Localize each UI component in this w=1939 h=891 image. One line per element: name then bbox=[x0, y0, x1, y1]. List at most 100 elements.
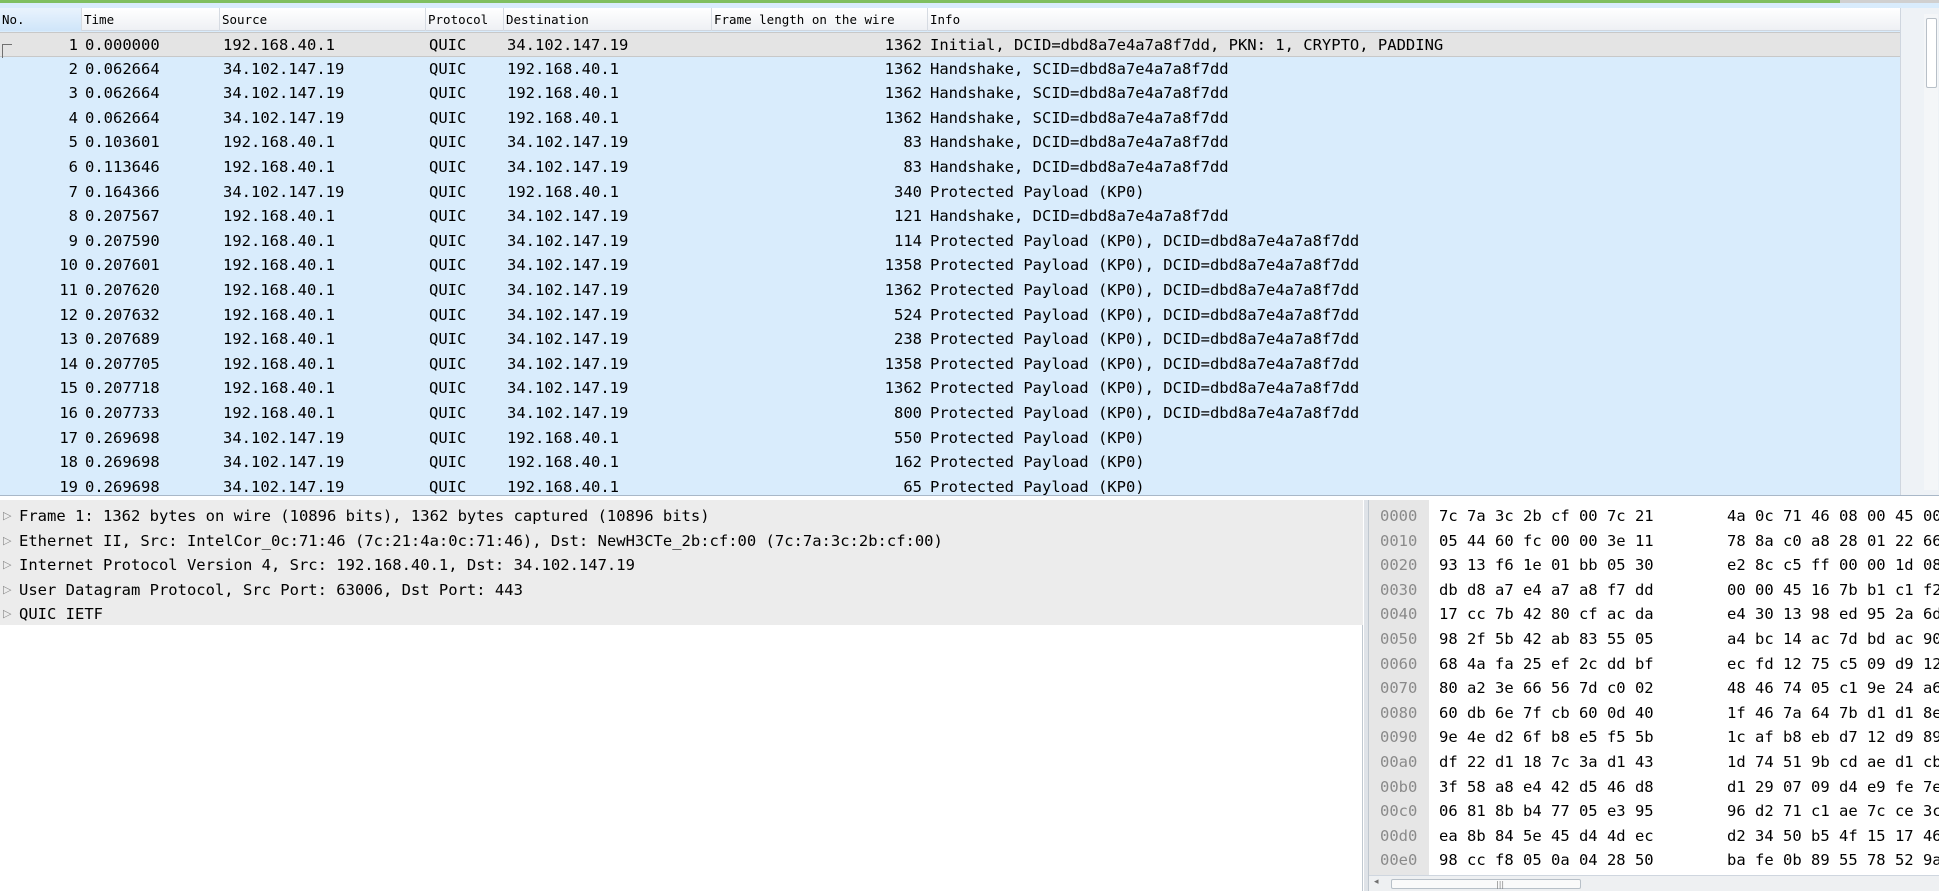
selection-bracket bbox=[2, 44, 12, 58]
packet-row[interactable]: 19 0.269698 34.102.147.19 QUIC 192.168.40.1 6… bbox=[0, 475, 1900, 495]
column-header-destination[interactable]: Destination bbox=[504, 8, 712, 31]
triangle-right-icon[interactable]: ▷ bbox=[3, 553, 15, 578]
details-tree-item[interactable]: ▷ User Datagram Protocol, Src Port: 63006… bbox=[0, 578, 1363, 603]
packet-row[interactable]: 9 0.207590 192.168.40.1 QUIC 34.102.147.19 11… bbox=[0, 229, 1900, 254]
triangle-right-icon[interactable]: ▷ bbox=[3, 602, 15, 627]
packet-info: Handshake, SCID=dbd8a7e4a7a8f7dd bbox=[930, 108, 1229, 127]
packet-row[interactable]: 8 0.207567 192.168.40.1 QUIC 34.102.147.19 12… bbox=[0, 204, 1900, 229]
packet-time: 0.062664 bbox=[85, 59, 160, 78]
hex-bytes-second-half: ec fd 12 75 c5 09 d9 12 bbox=[1727, 654, 1939, 673]
packet-protocol: QUIC bbox=[429, 354, 467, 373]
packet-row[interactable]: 3 0.062664 34.102.147.19 QUIC 192.168.40.1 13… bbox=[0, 81, 1900, 106]
packet-row[interactable]: 14 0.207705 192.168.40.1 QUIC 34.102.147.19 1… bbox=[0, 352, 1900, 377]
packet-info: Protected Payload (KP0) bbox=[930, 182, 1145, 201]
packet-destination: 34.102.147.19 bbox=[507, 231, 629, 250]
details-tree-item[interactable]: ▷ Frame 1: 1362 bytes on wire (10896 bits… bbox=[0, 504, 1363, 529]
packet-time: 0.207601 bbox=[85, 256, 160, 275]
packet-source: 192.168.40.1 bbox=[223, 36, 335, 54]
packet-time: 0.207689 bbox=[85, 330, 160, 349]
hex-row[interactable]: 0070 80 a2 3e 66 56 7d c0 02 48 46 74 05 c… bbox=[1369, 676, 1939, 701]
packet-number: 14 bbox=[59, 354, 78, 373]
packet-row[interactable]: 18 0.269698 34.102.147.19 QUIC 192.168.40.1 1… bbox=[0, 450, 1900, 475]
packet-length: 65 bbox=[903, 477, 922, 495]
packet-row[interactable]: 11 0.207620 192.168.40.1 QUIC 34.102.147.19 1… bbox=[0, 278, 1900, 303]
hex-offset: 00b0 bbox=[1380, 777, 1418, 796]
hex-offset: 00c0 bbox=[1380, 802, 1418, 821]
packet-info: Handshake, DCID=dbd8a7e4a7a8f7dd bbox=[930, 158, 1229, 176]
column-header-protocol[interactable]: Protocol bbox=[426, 8, 504, 31]
packet-bytes-pane[interactable]: 0000 7c 7a 3c 2b cf 00 7c 21 4a 0c 71 46 0… bbox=[1368, 500, 1939, 891]
hex-bytes-second-half: a4 bc 14 ac 7d bd ac 90 bbox=[1727, 630, 1939, 648]
arrow-left-icon[interactable]: ◂ bbox=[1374, 877, 1379, 887]
packet-number: 16 bbox=[59, 404, 78, 422]
packet-length: 1358 bbox=[884, 256, 922, 275]
packet-destination: 34.102.147.19 bbox=[507, 379, 629, 398]
hex-bytes-first-half: 3f 58 a8 e4 42 d5 46 d8 bbox=[1439, 777, 1654, 796]
packet-row[interactable]: 17 0.269698 34.102.147.19 QUIC 192.168.40.1 5… bbox=[0, 426, 1900, 451]
details-tree-item[interactable]: ▷ QUIC IETF bbox=[0, 602, 1363, 627]
hex-row[interactable]: 0000 7c 7a 3c 2b cf 00 7c 21 4a 0c 71 46 0… bbox=[1369, 504, 1939, 529]
packet-number: 2 bbox=[68, 59, 78, 78]
packet-length: 121 bbox=[894, 207, 922, 226]
hex-row[interactable]: 0050 98 2f 5b 42 ab 83 55 05 a4 bc 14 ac 7… bbox=[1369, 627, 1939, 652]
packet-number: 7 bbox=[68, 182, 78, 201]
hex-bytes-first-half: db d8 a7 e4 a7 a8 f7 dd bbox=[1439, 580, 1654, 599]
packet-row[interactable]: 6 0.113646 192.168.40.1 QUIC 34.102.147.19 83… bbox=[0, 155, 1900, 180]
hex-row[interactable]: 0060 68 4a fa 25 ef 2c dd bf ec fd 12 75 c… bbox=[1369, 652, 1939, 677]
hex-bytes-second-half: 78 8a c0 a8 28 01 22 66 bbox=[1727, 531, 1939, 550]
packet-list-pane[interactable]: No. Time Source Protocol Destination Fra… bbox=[0, 0, 1939, 496]
column-header-frame-length[interactable]: Frame length on the wire bbox=[712, 8, 928, 31]
column-header-source[interactable]: Source bbox=[220, 8, 426, 31]
hex-offset: 00a0 bbox=[1380, 753, 1418, 771]
triangle-right-icon[interactable]: ▷ bbox=[3, 529, 15, 554]
packet-details-pane[interactable]: ▷ Frame 1: 1362 bytes on wire (10896 bits… bbox=[0, 500, 1363, 891]
packet-number: 19 bbox=[59, 477, 78, 495]
packet-info: Handshake, SCID=dbd8a7e4a7a8f7dd bbox=[930, 59, 1229, 78]
hex-row[interactable]: 00e0 98 cc f8 05 0a 04 28 50 ba fe 0b 89 5… bbox=[1369, 848, 1939, 873]
packet-row[interactable]: 15 0.207718 192.168.40.1 QUIC 34.102.147.19 1… bbox=[0, 376, 1900, 401]
column-header-no[interactable]: No. bbox=[0, 8, 82, 31]
details-tree-item[interactable]: ▷ Internet Protocol Version 4, Src: 192.1… bbox=[0, 553, 1363, 578]
hex-scroll-thumb[interactable]: ||| bbox=[1391, 879, 1581, 889]
triangle-right-icon[interactable]: ▷ bbox=[3, 504, 15, 529]
column-header-time[interactable]: Time bbox=[82, 8, 220, 31]
hex-row[interactable]: 0040 17 cc 7b 42 80 cf ac da e4 30 13 98 e… bbox=[1369, 602, 1939, 627]
packet-row[interactable]: 16 0.207733 192.168.40.1 QUIC 34.102.147.19 8… bbox=[0, 401, 1900, 426]
packet-length: 1362 bbox=[884, 84, 922, 103]
hex-bytes-first-half: 9e 4e d2 6f b8 e5 f5 5b bbox=[1439, 728, 1654, 747]
packet-time: 0.207733 bbox=[85, 404, 160, 422]
packet-source: 192.168.40.1 bbox=[223, 379, 335, 398]
packet-length: 83 bbox=[903, 133, 922, 152]
packet-row[interactable]: 2 0.062664 34.102.147.19 QUIC 192.168.40.1 13… bbox=[0, 57, 1900, 82]
hex-row[interactable]: 00c0 06 81 8b b4 77 05 e3 95 96 d2 71 c1 a… bbox=[1369, 799, 1939, 824]
packet-info: Handshake, DCID=dbd8a7e4a7a8f7dd bbox=[930, 207, 1229, 226]
packet-protocol: QUIC bbox=[429, 281, 467, 299]
hex-row[interactable]: 00d0 ea 8b 84 5e 45 d4 4d ec d2 34 50 b5 4… bbox=[1369, 824, 1939, 849]
hex-row[interactable]: 0010 05 44 60 fc 00 00 3e 11 78 8a c0 a8 2… bbox=[1369, 529, 1939, 554]
hex-row[interactable]: 0030 db d8 a7 e4 a7 a8 f7 dd 00 00 45 16 7… bbox=[1369, 578, 1939, 603]
hex-row[interactable]: 0020 93 13 f6 1e 01 bb 05 30 e2 8c c5 ff 0… bbox=[1369, 553, 1939, 578]
hex-row[interactable]: 0080 60 db 6e 7f cb 60 0d 40 1f 46 7a 64 7… bbox=[1369, 701, 1939, 726]
hex-row[interactable]: 00a0 df 22 d1 18 7c 3a d1 43 1d 74 51 9b c… bbox=[1369, 750, 1939, 775]
packet-time: 0.000000 bbox=[85, 36, 160, 54]
packet-row[interactable]: 10 0.207601 192.168.40.1 QUIC 34.102.147.19 1… bbox=[0, 253, 1900, 278]
packet-destination: 192.168.40.1 bbox=[507, 477, 619, 495]
details-tree-item[interactable]: ▷ Ethernet II, Src: IntelCor_0c:71:46 (7c… bbox=[0, 529, 1363, 554]
triangle-right-icon[interactable]: ▷ bbox=[3, 578, 15, 603]
packet-row[interactable]: 1 0.000000 192.168.40.1 QUIC 34.102.147.19 13… bbox=[0, 32, 1900, 57]
packet-row[interactable]: 13 0.207689 192.168.40.1 QUIC 34.102.147.19 2… bbox=[0, 327, 1900, 352]
packet-info: Handshake, SCID=dbd8a7e4a7a8f7dd bbox=[930, 84, 1229, 103]
packet-row[interactable]: 7 0.164366 34.102.147.19 QUIC 192.168.40.1 34… bbox=[0, 180, 1900, 205]
packet-row[interactable]: 4 0.062664 34.102.147.19 QUIC 192.168.40.1 13… bbox=[0, 106, 1900, 131]
packet-length: 114 bbox=[894, 231, 922, 250]
hex-offset: 0090 bbox=[1380, 728, 1418, 747]
packet-list-scroll-thumb[interactable] bbox=[1926, 18, 1937, 88]
packet-row[interactable]: 12 0.207632 192.168.40.1 QUIC 34.102.147.19 5… bbox=[0, 303, 1900, 328]
hex-horizontal-scrollbar[interactable]: ◂ ||| bbox=[1369, 875, 1939, 891]
hex-row[interactable]: 00b0 3f 58 a8 e4 42 d5 46 d8 d1 29 07 09 d… bbox=[1369, 775, 1939, 800]
hex-row[interactable]: 0090 9e 4e d2 6f b8 e5 f5 5b 1c af b8 eb d… bbox=[1369, 725, 1939, 750]
hex-offset: 00d0 bbox=[1380, 826, 1418, 845]
packet-source: 34.102.147.19 bbox=[223, 453, 345, 472]
column-header-info[interactable]: Info bbox=[928, 8, 1900, 31]
packet-row[interactable]: 5 0.103601 192.168.40.1 QUIC 34.102.147.19 83… bbox=[0, 130, 1900, 155]
